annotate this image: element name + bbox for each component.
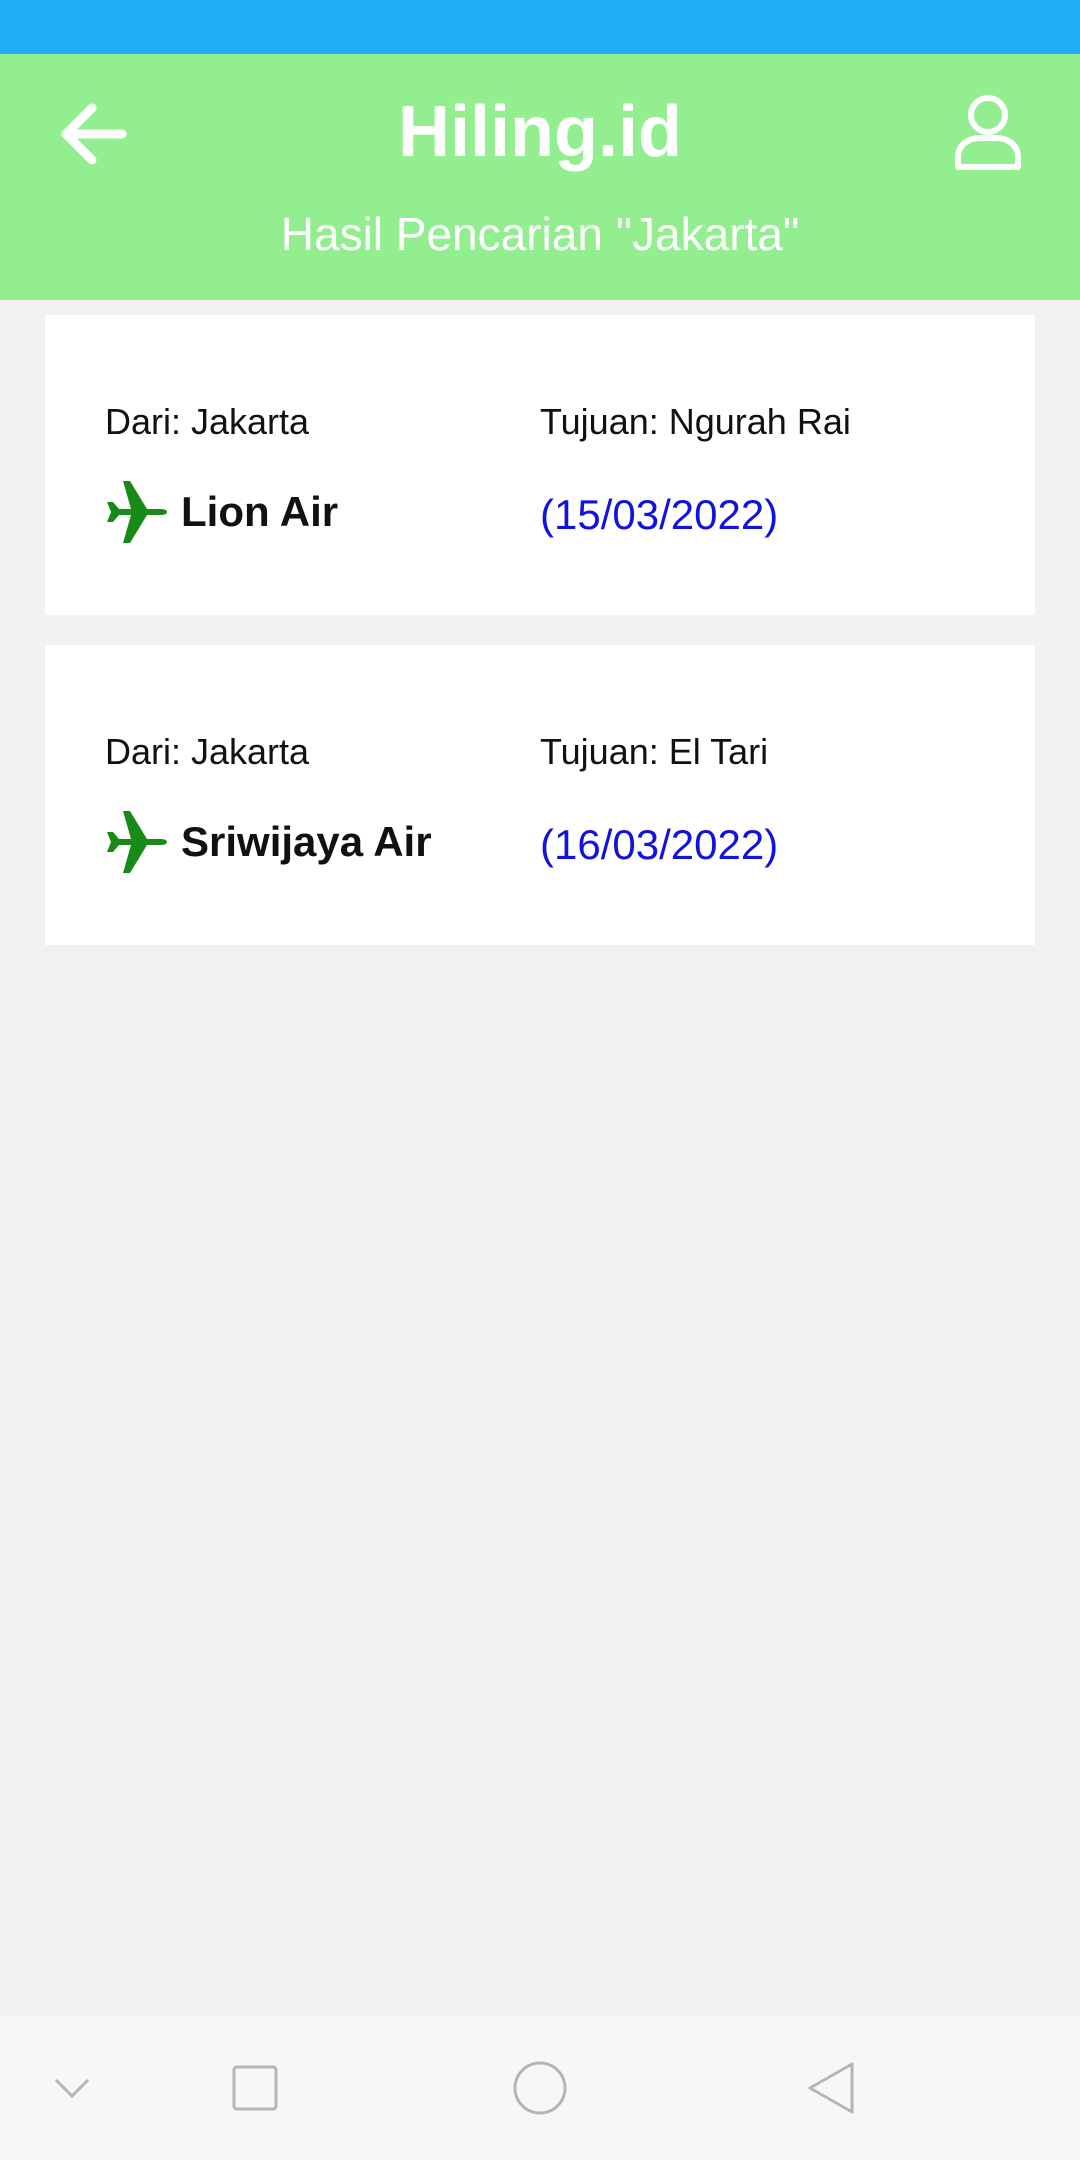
- origin-label: Dari: Jakarta: [105, 401, 310, 442]
- flight-card[interactable]: Dari: Jakarta Tujuan: El Tari Sriwijaya …: [45, 645, 1035, 945]
- nav-recents-button[interactable]: [205, 2038, 305, 2138]
- app-header: Hiling.id Hasil Pencarian "Jakarta": [0, 54, 1080, 300]
- airplane-icon: [105, 810, 169, 874]
- profile-button[interactable]: [948, 90, 1028, 176]
- airplane-icon: [105, 480, 169, 544]
- triangle-back-icon: [808, 2062, 854, 2114]
- airline-name: Lion Air: [181, 488, 339, 535]
- destination-label: Tujuan: Ngurah Rai: [540, 401, 851, 442]
- flight-card[interactable]: Dari: Jakarta Tujuan: Ngurah Rai Lion Ai…: [45, 315, 1035, 615]
- square-icon: [232, 2065, 278, 2111]
- airline-row: Sriwijaya Air: [105, 810, 432, 874]
- airline-name: Sriwijaya Air: [181, 818, 432, 865]
- origin-label: Dari: Jakarta: [105, 731, 310, 772]
- airline-row: Lion Air: [105, 480, 338, 544]
- status-bar: [0, 0, 1080, 54]
- user-icon: [955, 95, 1021, 170]
- destination-label: Tujuan: El Tari: [540, 731, 769, 772]
- system-navigation-bar: [0, 2016, 1080, 2160]
- nav-back-button[interactable]: [780, 2038, 880, 2138]
- flight-date: (16/03/2022): [540, 821, 779, 868]
- nav-hide-button[interactable]: [22, 2038, 122, 2138]
- circle-icon: [513, 2061, 567, 2115]
- flight-date: (15/03/2022): [540, 491, 779, 538]
- chevron-down-icon: [54, 2078, 90, 2099]
- app-title: Hiling.id: [398, 92, 682, 172]
- search-results-title: Hasil Pencarian "Jakarta": [280, 208, 800, 260]
- results-list: Dari: Jakarta Tujuan: Ngurah Rai Lion Ai…: [45, 315, 1035, 975]
- nav-home-button[interactable]: [490, 2038, 590, 2138]
